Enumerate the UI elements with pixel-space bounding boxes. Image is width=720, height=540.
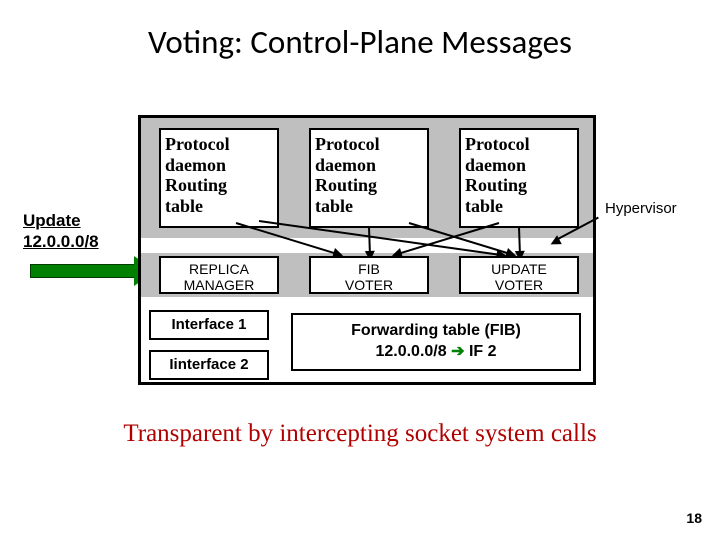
fib-arrow-icon: ➔ [451, 343, 464, 360]
protocol-daemon-2: Protocol daemon Routing table [309, 128, 429, 228]
forwarding-table-box: Forwarding table (FIB) 12.0.0.0/8 ➔ IF 2 [291, 313, 581, 371]
replica-manager-box: REPLICAMANAGER [159, 256, 279, 294]
slide-title: Voting: Control-Plane Messages [0, 0, 720, 62]
router-box: Protocol daemon Routing table Protocol d… [138, 115, 596, 385]
protocol-daemon-3: Protocol daemon Routing table [459, 128, 579, 228]
interface-1-box: Interface 1 [149, 310, 269, 340]
caption-text: Transparent by intercepting socket syste… [0, 420, 720, 448]
fib-route: 12.0.0.0/8 [375, 343, 446, 360]
update-line2: 12.0.0.0/8 [23, 232, 99, 251]
update-arrow [30, 258, 154, 284]
protocol-daemon-1: Protocol daemon Routing table [159, 128, 279, 228]
hypervisor-label: Hypervisor [605, 200, 677, 217]
fib-line1: Forwarding table (FIB) [351, 322, 521, 339]
fib-dest: IF 2 [469, 343, 497, 360]
update-voter-box: UPDATEVOTER [459, 256, 579, 294]
update-label: Update 12.0.0.0/8 [23, 210, 99, 253]
interface-2-box: Iinterface 2 [149, 350, 269, 380]
update-line1: Update [23, 211, 81, 230]
slide-number: 18 [686, 510, 702, 526]
fib-voter-box: FIBVOTER [309, 256, 429, 294]
